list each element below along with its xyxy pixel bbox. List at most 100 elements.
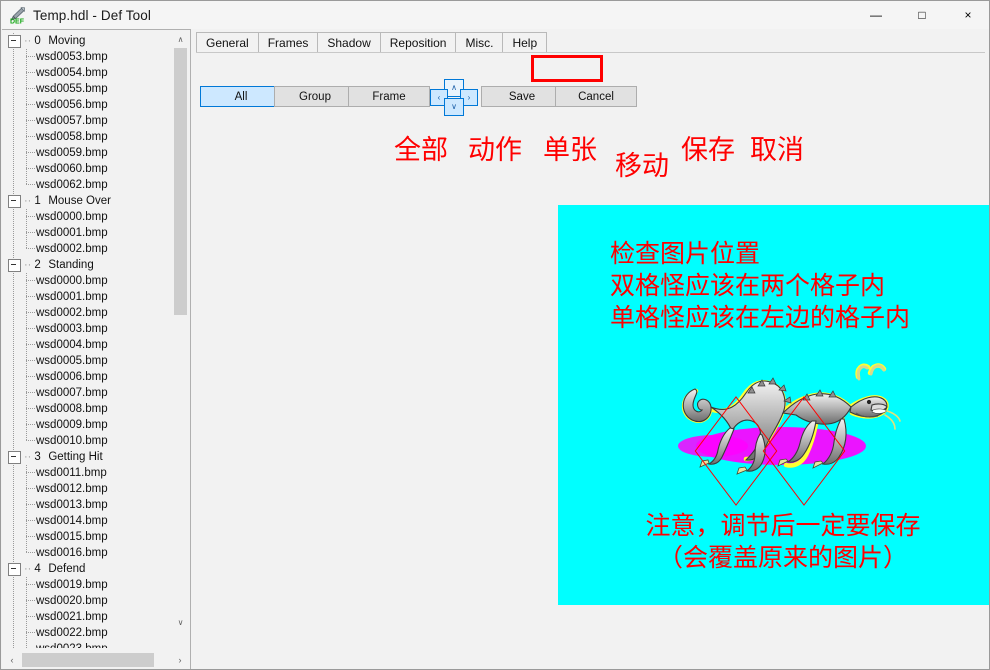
tree-file-row[interactable]: wsd0012.bmp xyxy=(2,481,172,497)
tree-file-label: wsd0014.bmp xyxy=(36,515,108,527)
tree-leaf-connector xyxy=(26,360,35,361)
tree-file-row[interactable]: wsd0008.bmp xyxy=(2,401,172,417)
tree-leaf-connector xyxy=(26,216,35,217)
tree-connector-line xyxy=(13,305,14,321)
tree-file-row[interactable]: wsd0005.bmp xyxy=(2,353,172,369)
tree-leaf-line xyxy=(26,161,27,177)
tree-file-row[interactable]: wsd0010.bmp xyxy=(2,433,172,449)
tree-connector-line xyxy=(13,385,14,401)
scroll-left-icon[interactable]: ‹ xyxy=(3,651,21,669)
tree-file-row[interactable]: wsd0013.bmp xyxy=(2,497,172,513)
tree-file-row[interactable]: wsd0019.bmp xyxy=(2,577,172,593)
tree-leaf-line xyxy=(26,577,27,593)
tree-group-row[interactable]: ·· 2 Standing xyxy=(2,257,172,273)
tree-file-label: wsd0013.bmp xyxy=(36,499,108,511)
tree-group-row[interactable]: ·· 4 Defend xyxy=(2,561,172,577)
all-button[interactable]: All xyxy=(200,86,282,107)
tree-file-row[interactable]: wsd0020.bmp xyxy=(2,593,172,609)
tree-group-index: 0 xyxy=(34,35,41,47)
tree-file-row[interactable]: wsd0016.bmp xyxy=(2,545,172,561)
tab-misc[interactable]: Misc. xyxy=(455,32,504,53)
tab-general[interactable]: General xyxy=(196,32,259,53)
tree-file-row[interactable]: wsd0015.bmp xyxy=(2,529,172,545)
tree-connector-line xyxy=(13,433,14,449)
tree-leaf-connector xyxy=(26,168,35,169)
tree-group-index: 1 xyxy=(34,195,41,207)
tree-file-row[interactable]: wsd0006.bmp xyxy=(2,369,172,385)
tree-file-label: wsd0015.bmp xyxy=(36,531,108,543)
move-down-button[interactable]: ∨ xyxy=(444,98,464,116)
tree-group-row[interactable]: ·· 0 Moving xyxy=(2,33,172,49)
tree-vscroll-track[interactable] xyxy=(172,48,189,614)
save-button[interactable]: Save xyxy=(481,86,563,107)
tree-file-row[interactable]: wsd0002.bmp xyxy=(2,305,172,321)
tab-frames[interactable]: Frames xyxy=(257,32,319,53)
close-button[interactable]: × xyxy=(945,1,989,29)
tab-help[interactable]: Help xyxy=(502,32,548,53)
tree-file-row[interactable]: wsd0002.bmp xyxy=(2,241,172,257)
tree-file-label: wsd0012.bmp xyxy=(36,483,108,495)
tree-horizontal-scrollbar[interactable]: ‹ › xyxy=(3,651,189,669)
tree-group-row[interactable]: ·· 3 Getting Hit xyxy=(2,449,172,465)
tree-file-row[interactable]: wsd0060.bmp xyxy=(2,161,172,177)
tree-leaf-line xyxy=(26,529,27,545)
tree-file-row[interactable]: wsd0000.bmp xyxy=(2,273,172,289)
tree-group-label: Defend xyxy=(48,563,86,575)
tree-leaf-line xyxy=(26,369,27,385)
tree-file-row[interactable]: wsd0001.bmp xyxy=(2,225,172,241)
tree-file-row[interactable]: wsd0021.bmp xyxy=(2,609,172,625)
scroll-down-icon[interactable]: ∨ xyxy=(172,614,189,631)
tree-connector-line xyxy=(13,481,14,497)
tree-file-row[interactable]: wsd0054.bmp xyxy=(2,65,172,81)
tree-file-row[interactable]: wsd0009.bmp xyxy=(2,417,172,433)
tree-file-row[interactable]: wsd0062.bmp xyxy=(2,177,172,193)
tree-file-row[interactable]: wsd0000.bmp xyxy=(2,209,172,225)
sprite-preview-canvas[interactable]: 检查图片位置 双格怪应该在两个格子内 单格怪应该在左边的格子内 注意，调节后一定… xyxy=(558,205,989,605)
minimize-button[interactable]: — xyxy=(853,1,899,29)
collapse-icon[interactable] xyxy=(8,34,21,48)
tree-file-row[interactable]: wsd0053.bmp xyxy=(2,49,172,65)
collapse-icon[interactable] xyxy=(8,194,21,208)
dragon-sprite xyxy=(666,355,906,506)
tree-group-label: Moving xyxy=(48,35,86,47)
tree-file-row[interactable]: wsd0023.bmp xyxy=(2,641,172,648)
tree-leaf-line xyxy=(26,289,27,305)
frame-button[interactable]: Frame xyxy=(348,86,430,107)
tree-leaf-line xyxy=(26,465,27,481)
tree-file-row[interactable]: wsd0004.bmp xyxy=(2,337,172,353)
scroll-up-icon[interactable]: ∧ xyxy=(172,31,189,48)
collapse-icon[interactable] xyxy=(8,450,21,464)
tree-leaf-connector xyxy=(26,104,35,105)
tab-reposition[interactable]: Reposition xyxy=(379,32,457,53)
tree-file-row[interactable]: wsd0057.bmp xyxy=(2,113,172,129)
tree-file-row[interactable]: wsd0059.bmp xyxy=(2,145,172,161)
tab-shadow[interactable]: Shadow xyxy=(317,32,381,53)
tab-strip[interactable]: General Frames Shadow Reposition Misc. Help xyxy=(196,31,548,53)
tree-hscroll-track[interactable] xyxy=(21,651,171,669)
tree-vertical-scrollbar[interactable]: ∧ ∨ xyxy=(172,31,189,631)
tree-dash: ·· xyxy=(24,259,32,271)
collapse-icon[interactable] xyxy=(8,258,21,272)
maximize-button[interactable]: □ xyxy=(899,1,945,29)
tree-vscroll-thumb[interactable] xyxy=(174,48,187,315)
tree-file-row[interactable]: wsd0011.bmp xyxy=(2,465,172,481)
frame-tree[interactable]: ·· 0 Moving wsd0053.bmp wsd0054.bmp wsd0055.b… xyxy=(2,30,172,648)
tree-leaf-line xyxy=(26,513,27,529)
group-button[interactable]: Group xyxy=(274,86,356,107)
tree-file-row[interactable]: wsd0055.bmp xyxy=(2,81,172,97)
tree-file-row[interactable]: wsd0003.bmp xyxy=(2,321,172,337)
tree-group-row[interactable]: ·· 1 Mouse Over xyxy=(2,193,172,209)
tree-file-row[interactable]: wsd0022.bmp xyxy=(2,625,172,641)
collapse-icon[interactable] xyxy=(8,562,21,576)
tree-file-row[interactable]: wsd0058.bmp xyxy=(2,129,172,145)
tree-file-row[interactable]: wsd0056.bmp xyxy=(2,97,172,113)
tree-leaf-line xyxy=(26,337,27,353)
scroll-right-icon[interactable]: › xyxy=(171,651,189,669)
tree-file-row[interactable]: wsd0007.bmp xyxy=(2,385,172,401)
cancel-button[interactable]: Cancel xyxy=(555,86,637,107)
tree-hscroll-thumb[interactable] xyxy=(22,653,154,667)
tree-file-row[interactable]: wsd0001.bmp xyxy=(2,289,172,305)
tree-file-label: wsd0001.bmp xyxy=(36,291,108,303)
annotation-all: 全部 xyxy=(394,135,448,166)
tree-file-row[interactable]: wsd0014.bmp xyxy=(2,513,172,529)
